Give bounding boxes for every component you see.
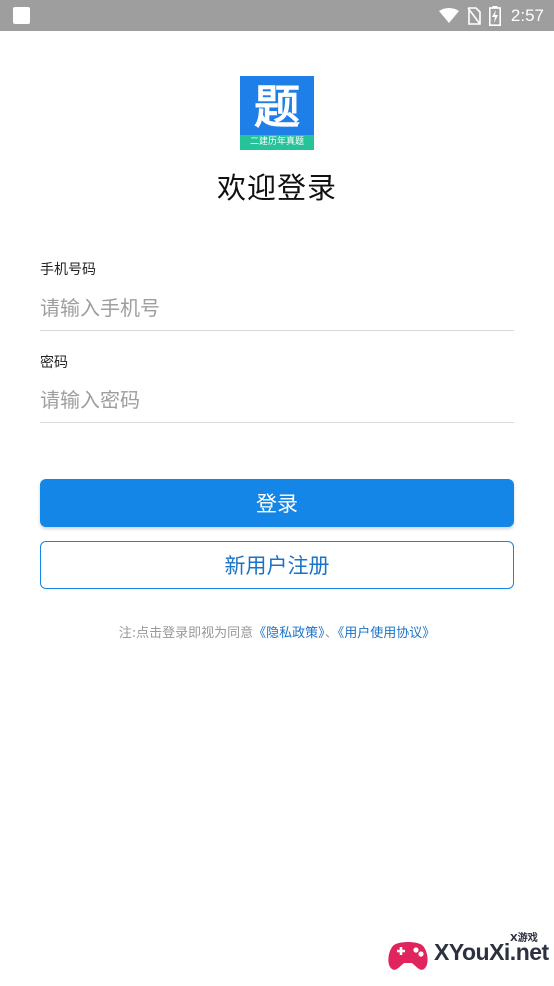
password-label: 密码 xyxy=(40,355,68,371)
agreement-prefix: 注:点击登录即视为同意 xyxy=(118,626,254,641)
battery-charging-icon xyxy=(488,5,501,26)
password-underline xyxy=(40,422,514,423)
gamepad-icon xyxy=(388,942,428,970)
password-input[interactable] xyxy=(40,380,514,420)
logo-caption: 二建历年真题 xyxy=(240,135,314,150)
status-time: 2:57 xyxy=(510,5,544,25)
user-agreement-link[interactable]: 《用户使用协议》 xyxy=(338,626,436,641)
phone-label: 手机号码 xyxy=(40,262,96,278)
agreement-notice: 注:点击登录即视为同意《隐私政策》、《用户使用协议》 xyxy=(0,622,554,641)
login-button[interactable]: 登录 xyxy=(40,479,514,527)
watermark: X游戏 XYouXi.net xyxy=(382,925,549,981)
privacy-policy-link[interactable]: 《隐私政策》 xyxy=(253,626,325,641)
page-title: 欢迎登录 xyxy=(216,171,337,205)
phone-underline xyxy=(40,330,514,331)
phone-input[interactable] xyxy=(40,288,514,328)
register-button[interactable]: 新用户注册 xyxy=(40,541,514,589)
status-icons: 2:57 xyxy=(438,0,544,31)
app-logo: 题 二建历年真题 xyxy=(240,76,314,150)
wifi-icon xyxy=(438,7,459,23)
agreement-separator: 、 xyxy=(324,626,338,641)
logo-glyph: 题 xyxy=(254,80,300,134)
app-notification-icon xyxy=(13,7,30,24)
watermark-text: XYouXi.net xyxy=(434,939,549,965)
status-bar: 2:57 xyxy=(0,0,554,31)
no-sim-icon xyxy=(467,6,481,25)
